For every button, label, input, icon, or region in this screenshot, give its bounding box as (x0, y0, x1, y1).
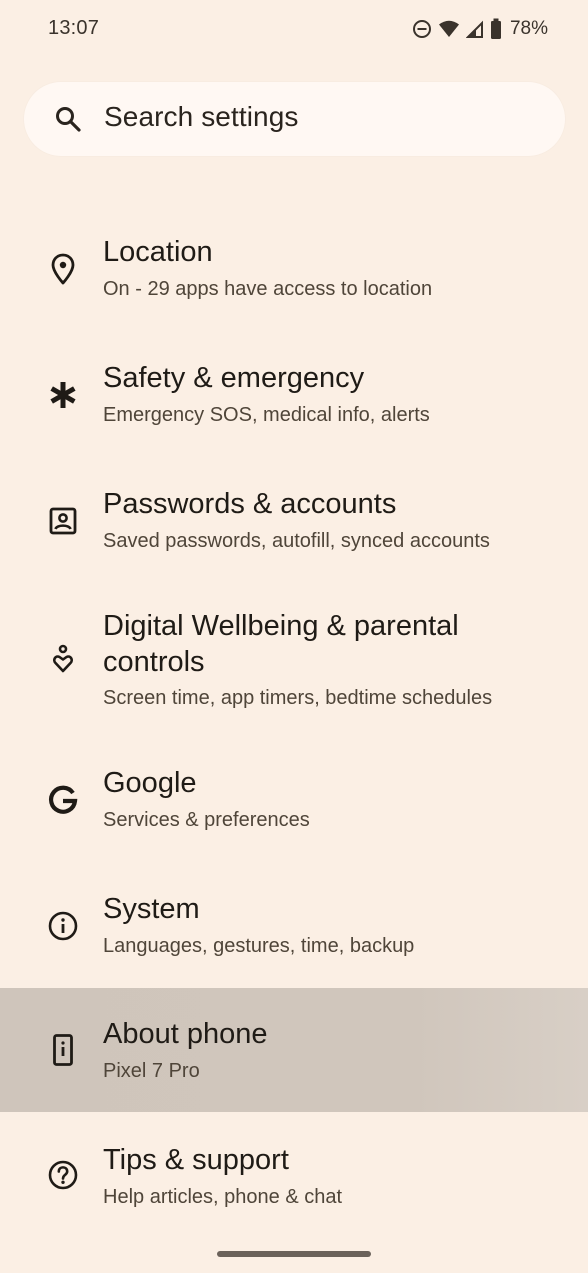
setting-title: Google (103, 767, 197, 799)
help-circle-icon (44, 1156, 82, 1194)
setting-title: Safety & emergency (103, 362, 365, 394)
setting-subtitle: Saved passwords, autofill, synced accoun… (103, 530, 490, 552)
cell-signal-icon (465, 19, 484, 39)
setting-title: Location (103, 236, 213, 268)
search-placeholder: Search settings (104, 101, 299, 132)
phone-info-icon (44, 1031, 82, 1069)
setting-subtitle: Services & preferences (103, 809, 310, 831)
setting-item-digital-wellbeing[interactable]: Digital Wellbeing & parental controls Sc… (0, 588, 588, 738)
asterisk-icon (44, 376, 82, 414)
setting-subtitle: Languages, gestures, time, backup (103, 935, 415, 957)
status-time: 13:07 (48, 17, 100, 39)
setting-title: System (103, 893, 200, 925)
google-g-icon (44, 781, 82, 819)
setting-item-tips-support[interactable]: Tips & support Help articles, phone & ch… (0, 1118, 588, 1238)
setting-item-system[interactable]: System Languages, gestures, time, backup (0, 867, 588, 987)
setting-title: Passwords & accounts (103, 488, 397, 520)
setting-item-about-phone[interactable]: About phone Pixel 7 Pro (0, 988, 588, 1112)
wifi-icon (438, 19, 460, 39)
setting-subtitle: On - 29 apps have access to location (103, 278, 433, 300)
setting-item-location[interactable]: Location On - 29 apps have access to loc… (0, 210, 588, 330)
account-box-icon (44, 502, 82, 540)
status-icons: 78% (412, 17, 548, 41)
setting-subtitle: Pixel 7 Pro (103, 1060, 200, 1082)
setting-subtitle: Screen time, app timers, bedtime schedul… (103, 687, 493, 709)
search-bar[interactable]: Search settings (24, 82, 565, 156)
info-icon (44, 907, 82, 945)
setting-title: Tips & support (103, 1144, 289, 1176)
setting-item-safety-emergency[interactable]: Safety & emergency Emergency SOS, medica… (0, 336, 588, 456)
battery-percentage: 78% (509, 18, 548, 39)
do-not-disturb-icon (412, 19, 432, 39)
setting-subtitle: Emergency SOS, medical info, alerts (103, 404, 430, 426)
setting-title: About phone (103, 1018, 268, 1050)
setting-item-google[interactable]: Google Services & preferences (0, 741, 588, 861)
status-bar: 13:07 78% (0, 0, 588, 60)
home-indicator[interactable] (217, 1251, 371, 1257)
wellbeing-icon (44, 640, 82, 678)
battery-icon (490, 18, 502, 40)
location-pin-icon (44, 250, 82, 288)
setting-subtitle: Help articles, phone & chat (103, 1186, 343, 1208)
setting-title: Digital Wellbeing & parental controls (103, 610, 459, 678)
setting-item-passwords-accounts[interactable]: Passwords & accounts Saved passwords, au… (0, 462, 588, 582)
search-icon (54, 105, 82, 133)
